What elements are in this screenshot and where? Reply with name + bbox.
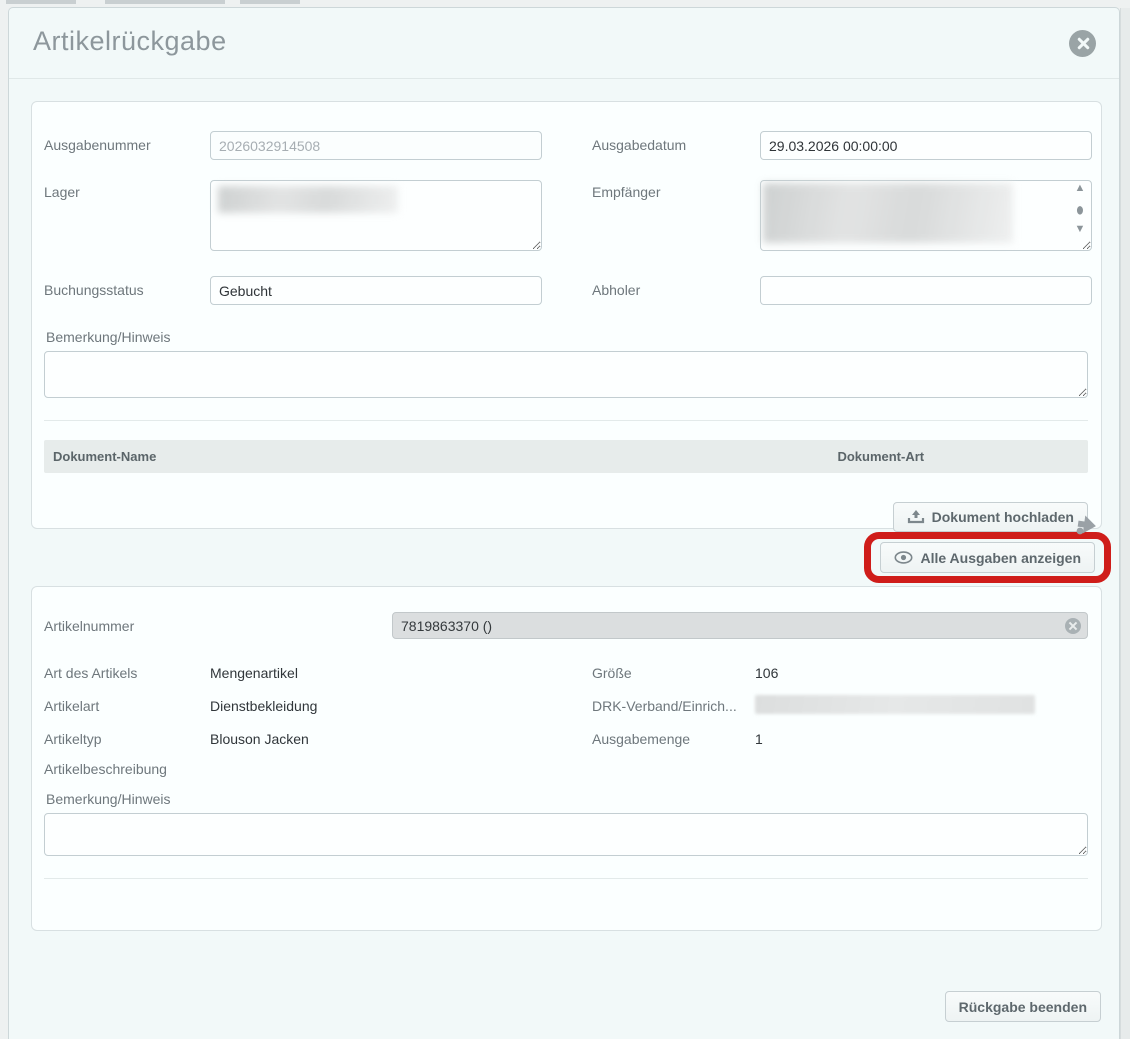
ausgabenummer-input [210, 131, 542, 160]
clear-artikelnummer-icon[interactable] [1065, 618, 1081, 634]
art-des-artikels-label: Art des Artikels [44, 665, 210, 681]
upload-button-label: Dokument hochladen [932, 509, 1074, 525]
doc-art-column-header: Dokument-Art [837, 449, 924, 464]
empfaenger-redacted-value [763, 183, 1013, 243]
ausgabe-panel: Ausgabenummer Ausgabedatum Lager Empfäng… [31, 101, 1102, 529]
ausgabedatum-label: Ausgabedatum [592, 131, 760, 153]
artikelart-label: Artikelart [44, 698, 210, 714]
documents-table-header: Dokument-Name Dokument-Art [44, 440, 1088, 473]
artikeltyp-value: Blouson Jacken [210, 731, 547, 747]
lager-redacted-value [218, 186, 398, 213]
scroll-up-icon[interactable]: ▲ [1075, 183, 1086, 194]
pointer-arrow-icon [1074, 512, 1104, 545]
artikel-bemerkung-textarea[interactable] [44, 813, 1088, 856]
upload-document-button[interactable]: Dokument hochladen [893, 502, 1088, 532]
show-all-button-label: Alle Ausgaben anzeigen [920, 550, 1081, 566]
dialog-title: Artikelrückgabe [33, 26, 227, 57]
dialog-header: Artikelrückgabe [9, 8, 1119, 79]
artikelrueckgabe-dialog: Artikelrückgabe Ausgabenummer Ausgabedat… [8, 7, 1120, 1039]
abholer-label: Abholer [592, 276, 760, 298]
groesse-label: Größe [592, 665, 755, 681]
show-all-ausgaben-button[interactable]: Alle Ausgaben anzeigen [880, 542, 1095, 573]
artikelbeschreibung-label: Artikelbeschreibung [44, 761, 210, 777]
close-icon[interactable] [1069, 30, 1096, 57]
buchungsstatus-label: Buchungsstatus [44, 276, 210, 298]
artikeltyp-label: Artikeltyp [44, 731, 210, 747]
bemerkung-label: Bemerkung/Hinweis [44, 305, 1088, 351]
artikelnummer-label: Artikelnummer [44, 618, 210, 634]
scroll-thumb-icon[interactable]: ● [1076, 199, 1084, 219]
page-right-strip [1120, 8, 1130, 1039]
lager-label: Lager [44, 180, 210, 200]
ausgabemenge-label: Ausgabemenge [592, 731, 755, 747]
buchungsstatus-input[interactable] [210, 276, 542, 305]
groesse-value: 106 [755, 665, 1088, 681]
artikelnummer-value: 7819863370 () [401, 618, 492, 634]
ausgabemenge-value: 1 [755, 731, 1088, 747]
ausgabenummer-label: Ausgabenummer [44, 131, 210, 153]
empfaenger-label: Empfänger [592, 180, 760, 200]
eye-icon [894, 551, 913, 564]
ausgabedatum-input[interactable] [760, 131, 1092, 160]
upload-icon [907, 509, 925, 525]
abholer-input[interactable] [760, 276, 1092, 305]
empfaenger-scrollbar[interactable]: ▲ ● ▼ [1072, 183, 1088, 235]
finish-return-button-label: Rückgabe beenden [959, 999, 1087, 1015]
finish-return-button[interactable]: Rückgabe beenden [945, 991, 1101, 1022]
scroll-down-icon[interactable]: ▼ [1075, 224, 1086, 235]
drk-verband-redacted-value [755, 695, 1035, 714]
artikel-bemerkung-label: Bemerkung/Hinweis [44, 777, 1088, 813]
doc-name-column-header: Dokument-Name [44, 449, 156, 464]
art-des-artikels-value: Mengenartikel [210, 665, 547, 681]
artikel-panel: Artikelnummer 7819863370 () Art des Arti… [31, 586, 1102, 931]
artikelart-value: Dienstbekleidung [210, 698, 547, 714]
drk-verband-label: DRK-Verband/Einrich... [592, 698, 755, 714]
panel2-divider [44, 878, 1088, 879]
section-divider [44, 420, 1088, 421]
artikelnummer-field: 7819863370 () [392, 612, 1088, 639]
bemerkung-textarea[interactable] [44, 351, 1088, 398]
